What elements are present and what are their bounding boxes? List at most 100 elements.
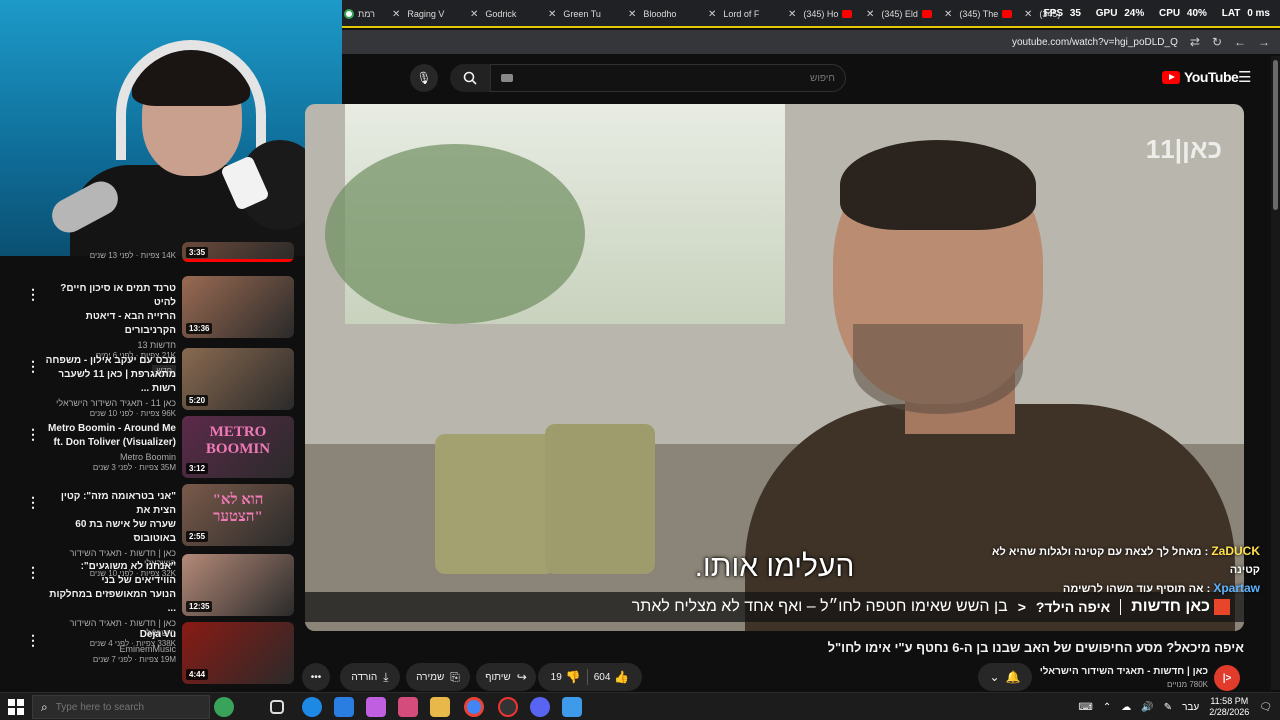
browser-tab[interactable]: ✕ Bloodho <box>628 4 706 24</box>
recommendation-item[interactable]: ⋮ Metro Boomin - Around Me (Visualizer) ft… <box>0 416 300 486</box>
dislike-button[interactable]: 19 👎 <box>551 670 581 684</box>
recommendation-title[interactable]: Deja Vu <box>40 628 176 642</box>
like-dislike-group: 19 👎 604 👍 <box>538 663 642 691</box>
recommendation-item[interactable]: ⋮ "אני בטראומה מזה": קטין הצית את שערה של … <box>0 484 300 578</box>
more-options-icon[interactable]: ⋮ <box>26 286 40 303</box>
close-icon[interactable]: ✕ <box>708 9 716 20</box>
extensions-icon[interactable]: ⇄ <box>1190 35 1200 49</box>
close-icon[interactable]: ✕ <box>944 9 952 20</box>
browser-tab[interactable]: ✕ Green Tu <box>548 4 626 24</box>
file-explorer-icon[interactable] <box>430 697 450 717</box>
recommendation-thumbnail[interactable]: 12:35 <box>182 554 294 616</box>
recommendation-thumbnail[interactable]: "הוא לא הצטער" 2:55 <box>182 484 294 546</box>
notification-icon[interactable]: 🗨 <box>1259 702 1272 713</box>
reload-icon[interactable]: ↻ <box>1212 35 1222 49</box>
browser-tab[interactable]: ✕ (345) The <box>944 4 1022 24</box>
recommendation-title[interactable]: "אנחנו לא משוגעים": הווידיאים של בני הנוע… <box>40 560 176 616</box>
edge-icon[interactable] <box>302 697 322 717</box>
recommendation-title[interactable]: מבט עם יעקב אילון - משפחה מתאגרפת | כאן 1… <box>40 354 176 396</box>
recommendation-item[interactable]: ⋮ מבט עם יעקב אילון - משפחה מתאגרפת | כאן … <box>0 348 300 418</box>
voice-search-button[interactable]: 🎙 <box>410 64 438 92</box>
recommendation-channel[interactable]: Metro Boomin <box>40 452 176 462</box>
recommendation-title[interactable]: "אני בטראומה מזה": קטין הצית את שערה של א… <box>40 490 176 546</box>
recommendation-channel[interactable]: כאן 11 - תאגיד השידור הישראלי <box>40 398 176 408</box>
recommendation-thumbnail[interactable]: 5:20 <box>182 348 294 410</box>
recommendation-title[interactable]: טרנד תמים או סיכון חיים? להיט הרזייה הבא … <box>40 282 176 338</box>
recommendation-thumbnail[interactable]: 4:44 <box>182 622 294 684</box>
close-icon[interactable]: ✕ <box>470 9 478 20</box>
browser-tab[interactable]: רמת <box>344 4 394 24</box>
browser-tab[interactable]: ✕ (345) Ho <box>788 4 866 24</box>
taskbar-search-input[interactable] <box>55 701 196 713</box>
more-options-icon[interactable]: ⋮ <box>26 426 40 443</box>
page-scrollbar[interactable] <box>1271 56 1280 690</box>
hamburger-menu-icon[interactable]: ☰ <box>1238 68 1251 86</box>
recommendation-title[interactable]: Metro Boomin - Around Me (Visualizer) ft.… <box>40 422 176 450</box>
taskbar-search[interactable]: ⌕ <box>32 695 210 719</box>
fps-label: FPS <box>1043 8 1064 19</box>
discord-icon[interactable] <box>530 697 550 717</box>
close-icon[interactable]: ✕ <box>548 9 556 20</box>
chrome-icon[interactable] <box>464 697 484 717</box>
download-button[interactable]: הורדה ⤓ <box>340 663 400 691</box>
address-bar[interactable]: youtube.com/watch?v=hgi_poDLD_Q ⇄ ↻ ← → <box>342 30 1280 54</box>
recording-app-icon[interactable] <box>498 697 518 717</box>
subscription-bell-button[interactable]: ⌄ 🔔 <box>978 663 1032 691</box>
more-options-icon[interactable]: ⋮ <box>26 494 40 511</box>
windows-start-icon[interactable] <box>8 699 24 715</box>
save-button[interactable]: שמירה ⎘ <box>406 663 470 691</box>
youtube-play-icon <box>1162 70 1180 84</box>
back-icon[interactable]: ← <box>1234 35 1246 49</box>
search-input[interactable] <box>535 72 835 84</box>
widget-icon[interactable] <box>214 697 234 717</box>
forward-icon[interactable]: → <box>1258 35 1270 49</box>
recommendation-thumbnail[interactable]: 13:36 <box>182 276 294 338</box>
app-icon[interactable] <box>398 697 418 717</box>
more-options-icon[interactable]: ⋮ <box>26 358 40 375</box>
search-button[interactable] <box>450 64 490 92</box>
recommendation-thumbnail[interactable]: 3:35 <box>182 242 294 262</box>
browser-tab[interactable]: ✕ Godrick <box>470 4 548 24</box>
recommendation-channel[interactable]: EminemMusic <box>40 644 176 654</box>
url-text[interactable]: youtube.com/watch?v=hgi_poDLD_Q <box>1012 37 1178 48</box>
scrollbar-thumb[interactable] <box>1273 60 1278 210</box>
app-icon[interactable] <box>562 697 582 717</box>
copilot-icon[interactable] <box>366 697 386 717</box>
recommendation-thumbnail[interactable]: METRO BOOMIN 3:12 <box>182 416 294 478</box>
browser-tab[interactable]: ✕ Raging V <box>392 4 470 24</box>
close-icon[interactable]: ✕ <box>392 9 400 20</box>
store-icon[interactable] <box>334 697 354 717</box>
pen-icon[interactable]: ✎ <box>1164 702 1172 713</box>
network-icon[interactable]: ☁ <box>1121 702 1131 713</box>
clock[interactable]: 11:58 PM 2/28/2026 <box>1209 696 1249 718</box>
recommendation-item[interactable]: ⋮ טרנד תמים או סיכון חיים? להיט הרזייה הבא… <box>0 276 300 376</box>
share-button[interactable]: שיתוף ↪ <box>476 663 536 691</box>
more-options-icon[interactable]: ⋮ <box>26 632 40 649</box>
lat-label: LAT <box>1221 8 1241 19</box>
keyboard-icon[interactable] <box>501 74 513 82</box>
close-icon[interactable]: ✕ <box>866 9 874 20</box>
youtube-logo[interactable]: YouTube <box>1162 69 1239 85</box>
like-button[interactable]: 604 👍 <box>594 670 630 684</box>
chevron-up-icon[interactable]: ⌃ <box>1103 702 1111 713</box>
volume-icon[interactable]: 🔊 <box>1141 702 1153 713</box>
recommendation-channel[interactable]: חדשות 13 <box>40 340 176 350</box>
tab-label: (345) The <box>959 9 999 19</box>
more-actions-button[interactable]: ••• <box>302 663 330 691</box>
close-icon[interactable]: ✕ <box>788 9 796 20</box>
channel-name[interactable]: כאן | חדשות - תאגיד השידור הישראלי <box>1040 666 1208 677</box>
recommendation-item[interactable]: ⋮ "אנחנו לא משוגעים": הווידיאים של בני הנו… <box>0 554 300 648</box>
search-box[interactable] <box>490 64 846 92</box>
browser-tab[interactable]: ✕ Lord of F <box>708 4 786 24</box>
browser-tab[interactable]: ✕ (345) Eld <box>866 4 944 24</box>
channel-avatar[interactable]: <| <box>1214 665 1240 691</box>
close-icon[interactable]: ✕ <box>628 9 636 20</box>
channel-info[interactable]: <| כאן | חדשות - תאגיד השידור הישראלי 78… <box>1040 664 1240 692</box>
task-view-icon[interactable] <box>270 700 284 714</box>
kan-avatar-icon: <| <box>1222 672 1232 684</box>
language-indicator[interactable]: עבר <box>1182 702 1199 713</box>
more-options-icon[interactable]: ⋮ <box>26 564 40 581</box>
keyboard-tray-icon[interactable]: ⌨ <box>1078 702 1092 713</box>
recommendation-item[interactable]: ⋮ Deja Vu EminemMusic 19M צפיות · לפני 7 שנ… <box>0 622 300 692</box>
video-title: איפה מיכאל? מסע החיפושים של האב שבנו בן … <box>827 640 1244 655</box>
